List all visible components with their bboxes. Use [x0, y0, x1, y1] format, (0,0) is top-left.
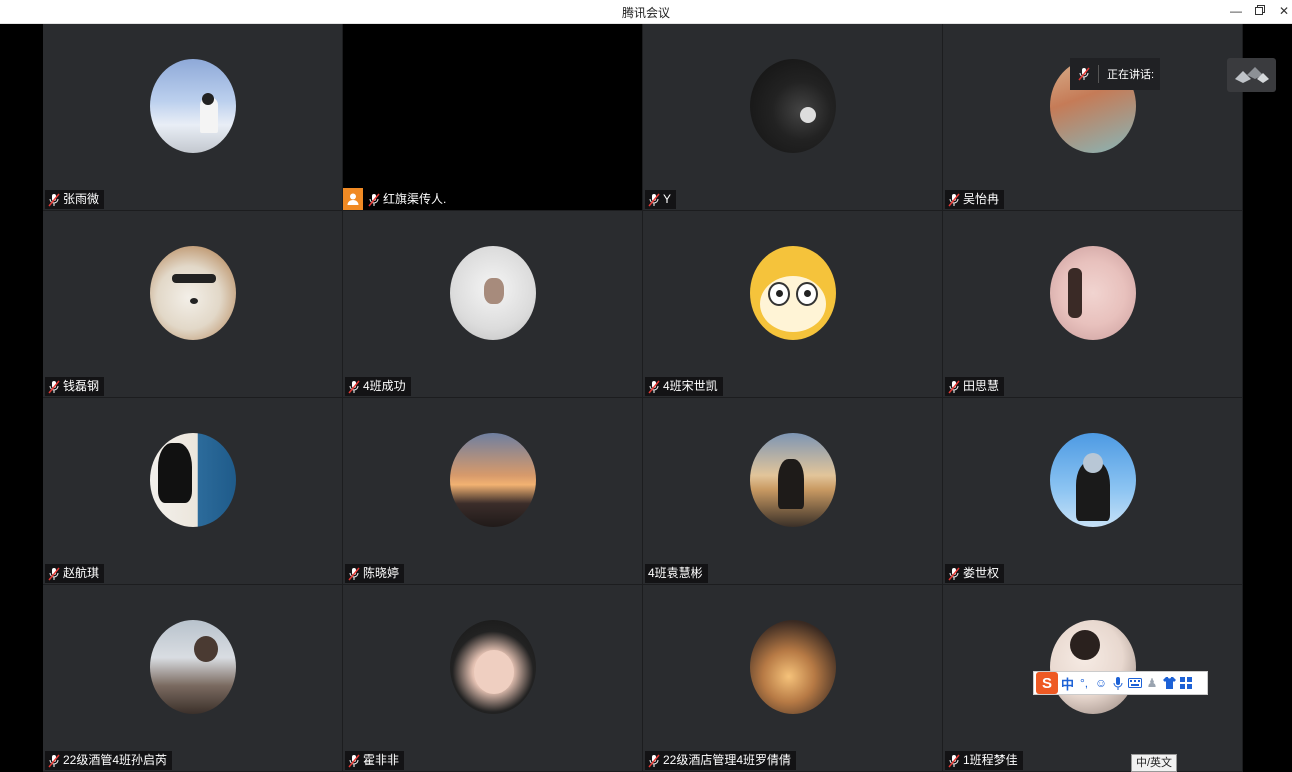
participant-tile[interactable]: 娄世权: [943, 398, 1243, 585]
ime-logo[interactable]: S: [1036, 672, 1058, 694]
mic-muted-icon: [48, 754, 60, 767]
punctuation-icon[interactable]: °,: [1077, 676, 1091, 690]
mic-muted-icon: [1078, 67, 1090, 81]
avatar: [150, 59, 236, 153]
participant-name-tag: 22级酒店管理4班罗倩倩: [645, 751, 797, 770]
participant-name: 陈晓婷: [363, 566, 400, 580]
participant-name: 4班袁慧彬: [648, 566, 703, 580]
avatar: [450, 620, 536, 714]
ime-tooltip: 中/英文: [1131, 754, 1178, 772]
title-bar: 腾讯会议 — ✕: [0, 0, 1292, 24]
avatar: [1050, 433, 1136, 527]
participant-tile[interactable]: 红旗渠传人.: [343, 24, 643, 211]
avatar: [150, 433, 236, 527]
participant-tile[interactable]: 吴怡冉: [943, 24, 1243, 211]
mic-muted-icon: [348, 567, 360, 580]
ime-mode[interactable]: 中: [1061, 674, 1074, 693]
participant-name: 霍非非: [363, 753, 400, 767]
participant-name: 娄世权: [963, 566, 1000, 580]
mic-muted-icon: [648, 380, 660, 393]
participant-tile[interactable]: 赵航琪: [43, 398, 343, 585]
participant-tile[interactable]: 霍非非: [343, 585, 643, 772]
participant-name-tag: 田思慧: [945, 377, 1005, 396]
participant-name-tag: 4班成功: [345, 377, 411, 396]
host-badge: [343, 188, 363, 210]
mic-muted-icon: [948, 380, 960, 393]
participant-name-tag: 张雨微: [45, 190, 105, 209]
avatar: [1050, 620, 1136, 714]
participant-name: 田思慧: [963, 379, 1000, 393]
participant-tile[interactable]: 4班袁慧彬: [643, 398, 943, 585]
avatar: [750, 59, 836, 153]
participant-name-tag: 22级酒管4班孙启芮: [45, 751, 173, 770]
toolbox-icon[interactable]: ♟: [1145, 676, 1159, 690]
participant-name-tag: 陈晓婷: [345, 564, 405, 583]
participant-name: 1班程梦佳: [963, 753, 1018, 767]
participant-tile[interactable]: Y: [643, 24, 943, 211]
participant-name-tag: 红旗渠传人.: [365, 190, 452, 209]
participant-name-tag: 钱磊钢: [45, 377, 105, 396]
avatar: [150, 246, 236, 340]
avatar: [450, 246, 536, 340]
ime-toolbar[interactable]: S 中 °, ☺ ♟: [1033, 671, 1208, 695]
mic-muted-icon: [648, 754, 660, 767]
participant-name-tag: Y: [645, 190, 677, 209]
mic-muted-icon: [948, 193, 960, 206]
participant-name-tag: 吴怡冉: [945, 190, 1005, 209]
restore-icon[interactable]: [1252, 3, 1268, 19]
voice-icon[interactable]: [1111, 676, 1125, 690]
participant-name: 赵航琪: [63, 566, 100, 580]
participant-name: 吴怡冉: [963, 192, 1000, 206]
participant-name-tag: 1班程梦佳: [945, 751, 1023, 770]
avatar: [1050, 246, 1136, 340]
mic-muted-icon: [648, 193, 660, 206]
participant-tile[interactable]: 田思慧: [943, 211, 1243, 398]
mic-muted-icon: [48, 380, 60, 393]
participant-name: 红旗渠传人.: [383, 192, 447, 206]
participant-name-tag: 4班袁慧彬: [645, 564, 708, 583]
participant-name-tag: 赵航琪: [45, 564, 105, 583]
menu-grid-icon[interactable]: [1179, 676, 1193, 690]
participant-name: 4班成功: [363, 379, 406, 393]
participant-name: 4班宋世凯: [663, 379, 718, 393]
participant-name: 张雨微: [63, 192, 100, 206]
participant-name: 22级酒管4班孙启芮: [63, 753, 168, 767]
participant-tile[interactable]: 钱磊钢: [43, 211, 343, 398]
participant-tile[interactable]: 4班宋世凯: [643, 211, 943, 398]
participant-name: 钱磊钢: [63, 379, 100, 393]
person-icon: [347, 193, 359, 205]
participant-tile[interactable]: 22级酒管4班孙启芮: [43, 585, 343, 772]
mic-muted-icon: [948, 567, 960, 580]
participant-name: Y: [663, 192, 672, 206]
mic-muted-icon: [348, 380, 360, 393]
speaking-indicator: 正在讲话:: [1070, 58, 1160, 90]
video-grid: 张雨微 红旗渠传人. Y 吴怡冉 钱磊钢 4班成功 4班宋世凯 田思慧 赵航琪 …: [43, 24, 1243, 772]
avatar: [750, 620, 836, 714]
close-icon[interactable]: ✕: [1276, 3, 1292, 19]
avatar: [450, 433, 536, 527]
mic-muted-icon: [948, 754, 960, 767]
minimize-icon[interactable]: —: [1228, 3, 1244, 19]
app-logo-icon: [1227, 58, 1276, 92]
speaking-label: 正在讲话:: [1107, 69, 1155, 81]
participant-tile[interactable]: 4班成功: [343, 211, 643, 398]
mic-muted-icon: [368, 193, 380, 206]
keyboard-icon[interactable]: [1128, 676, 1143, 690]
emoji-icon[interactable]: ☺: [1094, 676, 1108, 690]
avatar: [150, 620, 236, 714]
participant-name-tag: 霍非非: [345, 751, 405, 770]
skin-icon[interactable]: [1162, 676, 1176, 690]
participant-tile[interactable]: 张雨微: [43, 24, 343, 211]
mic-muted-icon: [48, 193, 60, 206]
participant-name: 22级酒店管理4班罗倩倩: [663, 753, 792, 767]
avatar: [750, 246, 836, 340]
mic-muted-icon: [48, 567, 60, 580]
participant-tile[interactable]: 22级酒店管理4班罗倩倩: [643, 585, 943, 772]
participant-tile[interactable]: 陈晓婷: [343, 398, 643, 585]
participant-name-tag: 4班宋世凯: [645, 377, 723, 396]
participant-name-tag: 娄世权: [945, 564, 1005, 583]
window-title: 腾讯会议: [621, 6, 670, 20]
mic-muted-icon: [348, 754, 360, 767]
avatar: [750, 433, 836, 527]
